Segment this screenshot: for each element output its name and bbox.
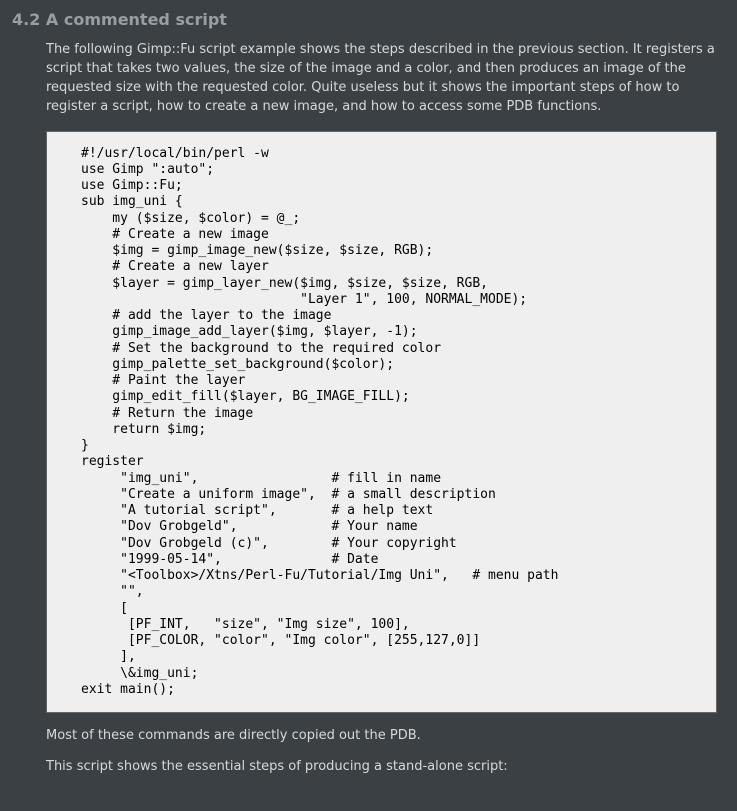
code-block: #!/usr/local/bin/perl -w use Gimp ":auto…	[46, 131, 717, 714]
intro-paragraph: The following Gimp::Fu script example sh…	[0, 35, 737, 122]
section-heading: 4.2 A commented script	[0, 0, 737, 35]
paragraph-essential-steps: This script shows the essential steps of…	[0, 752, 737, 783]
paragraph-pdb-note: Most of these commands are directly copi…	[0, 721, 737, 752]
